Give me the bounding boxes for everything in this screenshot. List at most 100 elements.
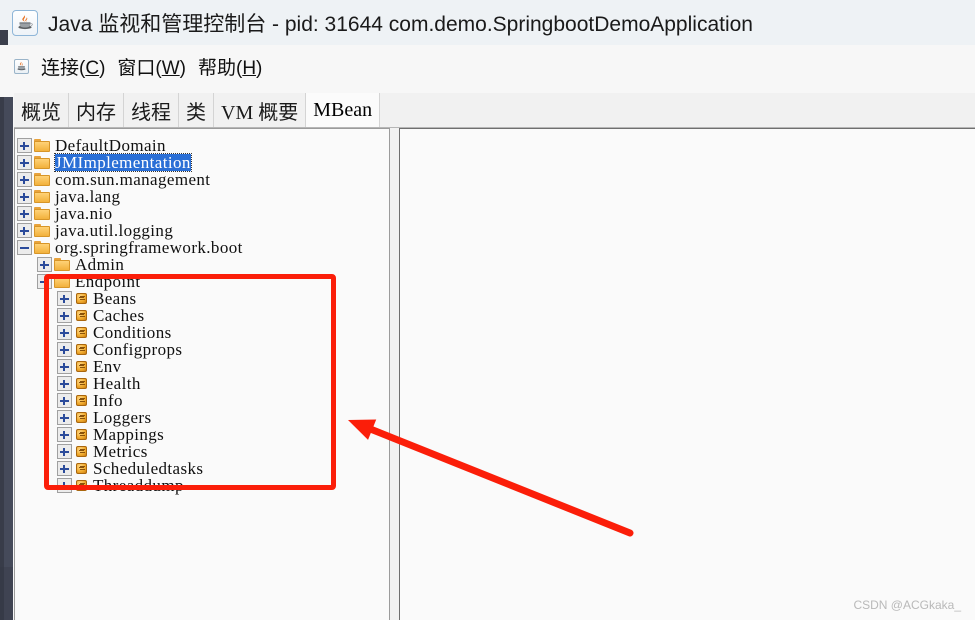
expand-plus-icon[interactable] bbox=[57, 427, 72, 442]
folder-icon bbox=[34, 190, 51, 203]
tree-row[interactable]: Loggers bbox=[15, 409, 389, 426]
tree-node-label: java.lang bbox=[55, 187, 121, 206]
tree-node-label: Scheduledtasks bbox=[93, 459, 204, 478]
menu-item-window[interactable]: 窗口(W) bbox=[117, 53, 186, 80]
tree-row[interactable]: java.util.logging bbox=[15, 222, 389, 239]
expand-plus-icon[interactable] bbox=[57, 461, 72, 476]
tree-row[interactable]: Metrics bbox=[15, 443, 389, 460]
tree-row[interactable]: java.nio bbox=[15, 204, 389, 223]
expand-plus-icon[interactable] bbox=[57, 393, 72, 408]
tree-node-label: org.springframework.boot bbox=[55, 238, 243, 257]
tree-row[interactable]: org.springframework.boot bbox=[15, 238, 389, 257]
menu-item-window-label-pre: 窗口( bbox=[117, 58, 162, 79]
tree-row[interactable]: Info bbox=[15, 392, 389, 409]
expand-plus-icon[interactable] bbox=[57, 444, 72, 459]
tree-node-label: com.sun.management bbox=[55, 170, 211, 189]
menu-item-connect-mnemonic: C bbox=[85, 58, 100, 79]
expand-plus-icon[interactable] bbox=[57, 308, 72, 323]
java-cup-small-icon bbox=[14, 59, 29, 74]
menu-item-connect-label-pre: 连接( bbox=[41, 58, 86, 79]
collapse-minus-icon[interactable] bbox=[37, 274, 52, 289]
tree-node-label: DefaultDomain bbox=[55, 136, 166, 155]
tree-node-label: Configprops bbox=[93, 340, 183, 359]
mbean-content-area: DefaultDomain JMImplementation com.sun.man… bbox=[14, 128, 975, 620]
tree-row[interactable]: Scheduledtasks bbox=[15, 459, 389, 478]
tree-node-label: Threaddump bbox=[93, 476, 184, 495]
tree-node-label: Admin bbox=[75, 255, 125, 274]
menu-item-window-mnemonic: W bbox=[161, 58, 180, 79]
menu-item-connect[interactable]: 连接(C) bbox=[41, 53, 105, 80]
expand-plus-icon[interactable] bbox=[57, 325, 72, 340]
folder-icon bbox=[34, 139, 51, 152]
mbean-icon bbox=[75, 394, 89, 407]
tree-node-label: Beans bbox=[93, 289, 137, 308]
tab-0[interactable]: 概览 bbox=[14, 93, 69, 127]
menu-item-help-label-pre: 帮助( bbox=[197, 58, 243, 79]
tree-row[interactable]: Admin bbox=[15, 255, 389, 274]
tree-row[interactable]: Caches bbox=[15, 307, 389, 324]
tree-row[interactable]: Mappings bbox=[15, 425, 389, 444]
desktop-left-strip-inner bbox=[0, 97, 4, 620]
mbean-icon bbox=[75, 292, 89, 305]
folder-icon bbox=[34, 207, 51, 220]
expand-plus-icon[interactable] bbox=[57, 410, 72, 425]
tree-row[interactable]: Endpoint bbox=[15, 273, 389, 290]
tree-row[interactable]: Threaddump bbox=[15, 476, 389, 495]
tree-node-label: Mappings bbox=[93, 425, 165, 444]
tree-row[interactable]: JMImplementation bbox=[15, 153, 389, 172]
mbean-tree-panel[interactable]: DefaultDomain JMImplementation com.sun.man… bbox=[14, 128, 390, 620]
expand-plus-icon[interactable] bbox=[17, 138, 32, 153]
mbean-tree[interactable]: DefaultDomain JMImplementation com.sun.man… bbox=[15, 136, 389, 495]
expand-plus-icon[interactable] bbox=[57, 478, 72, 493]
folder-icon bbox=[34, 173, 51, 186]
tab-4[interactable]: VM 概要 bbox=[214, 93, 307, 127]
expand-plus-icon[interactable] bbox=[57, 359, 72, 374]
expand-plus-icon[interactable] bbox=[17, 223, 32, 238]
mbean-icon bbox=[75, 343, 89, 356]
folder-icon bbox=[34, 241, 51, 254]
mbean-icon bbox=[75, 445, 89, 458]
tab-label: 类 bbox=[186, 101, 206, 124]
tree-row[interactable]: java.lang bbox=[15, 187, 389, 206]
tree-row[interactable]: com.sun.management bbox=[15, 170, 389, 189]
desktop-left-strip-bottom bbox=[0, 567, 13, 620]
tab-1[interactable]: 内存 bbox=[69, 93, 124, 127]
tab-3[interactable]: 类 bbox=[179, 93, 214, 127]
menu-item-window-label-post: ) bbox=[179, 58, 186, 79]
tab-strip: 概览 内存 线程类 VM 概要 MBean bbox=[14, 93, 975, 128]
expand-plus-icon[interactable] bbox=[57, 291, 72, 306]
collapse-minus-icon[interactable] bbox=[17, 240, 32, 255]
expand-plus-icon[interactable] bbox=[57, 376, 72, 391]
mbean-icon bbox=[75, 479, 89, 492]
expand-plus-icon[interactable] bbox=[17, 189, 32, 204]
tab-5[interactable]: MBean bbox=[306, 93, 381, 127]
mbean-detail-panel[interactable] bbox=[399, 128, 975, 620]
expand-plus-icon[interactable] bbox=[17, 172, 32, 187]
mbean-icon bbox=[75, 360, 89, 373]
tab-2[interactable]: 线程 bbox=[124, 93, 179, 127]
window-title-bar: Java 监视和管理控制台 - pid: 31644 com.demo.Spri… bbox=[0, 0, 975, 45]
expand-plus-icon[interactable] bbox=[57, 342, 72, 357]
tree-row[interactable]: Configprops bbox=[15, 340, 389, 359]
watermark: CSDN @ACGkaka_ bbox=[853, 598, 961, 612]
tree-row[interactable]: Env bbox=[15, 358, 389, 375]
tree-row[interactable]: Health bbox=[15, 375, 389, 392]
mbean-icon bbox=[75, 428, 89, 441]
panel-splitter[interactable] bbox=[390, 128, 399, 620]
expand-plus-icon[interactable] bbox=[17, 206, 32, 221]
tree-row[interactable]: Beans bbox=[15, 289, 389, 308]
tab-label: VM 概要 bbox=[221, 101, 299, 124]
tree-row[interactable]: DefaultDomain bbox=[15, 136, 389, 155]
expand-plus-icon[interactable] bbox=[37, 257, 52, 272]
menu-item-help[interactable]: 帮助(H) bbox=[198, 53, 262, 80]
tree-row[interactable]: Conditions bbox=[15, 324, 389, 341]
tree-node-label: java.nio bbox=[55, 204, 113, 223]
menu-bar: 连接(C) 窗口(W) 帮助(H) bbox=[0, 45, 975, 88]
folder-icon bbox=[34, 224, 51, 237]
mbean-icon bbox=[75, 309, 89, 322]
tab-label: MBean bbox=[313, 98, 373, 121]
mbean-icon bbox=[75, 411, 89, 424]
window-title-text: Java 监视和管理控制台 - pid: 31644 com.demo.Spri… bbox=[48, 12, 753, 36]
expand-plus-icon[interactable] bbox=[17, 155, 32, 170]
tab-label: 内存 bbox=[76, 101, 116, 124]
